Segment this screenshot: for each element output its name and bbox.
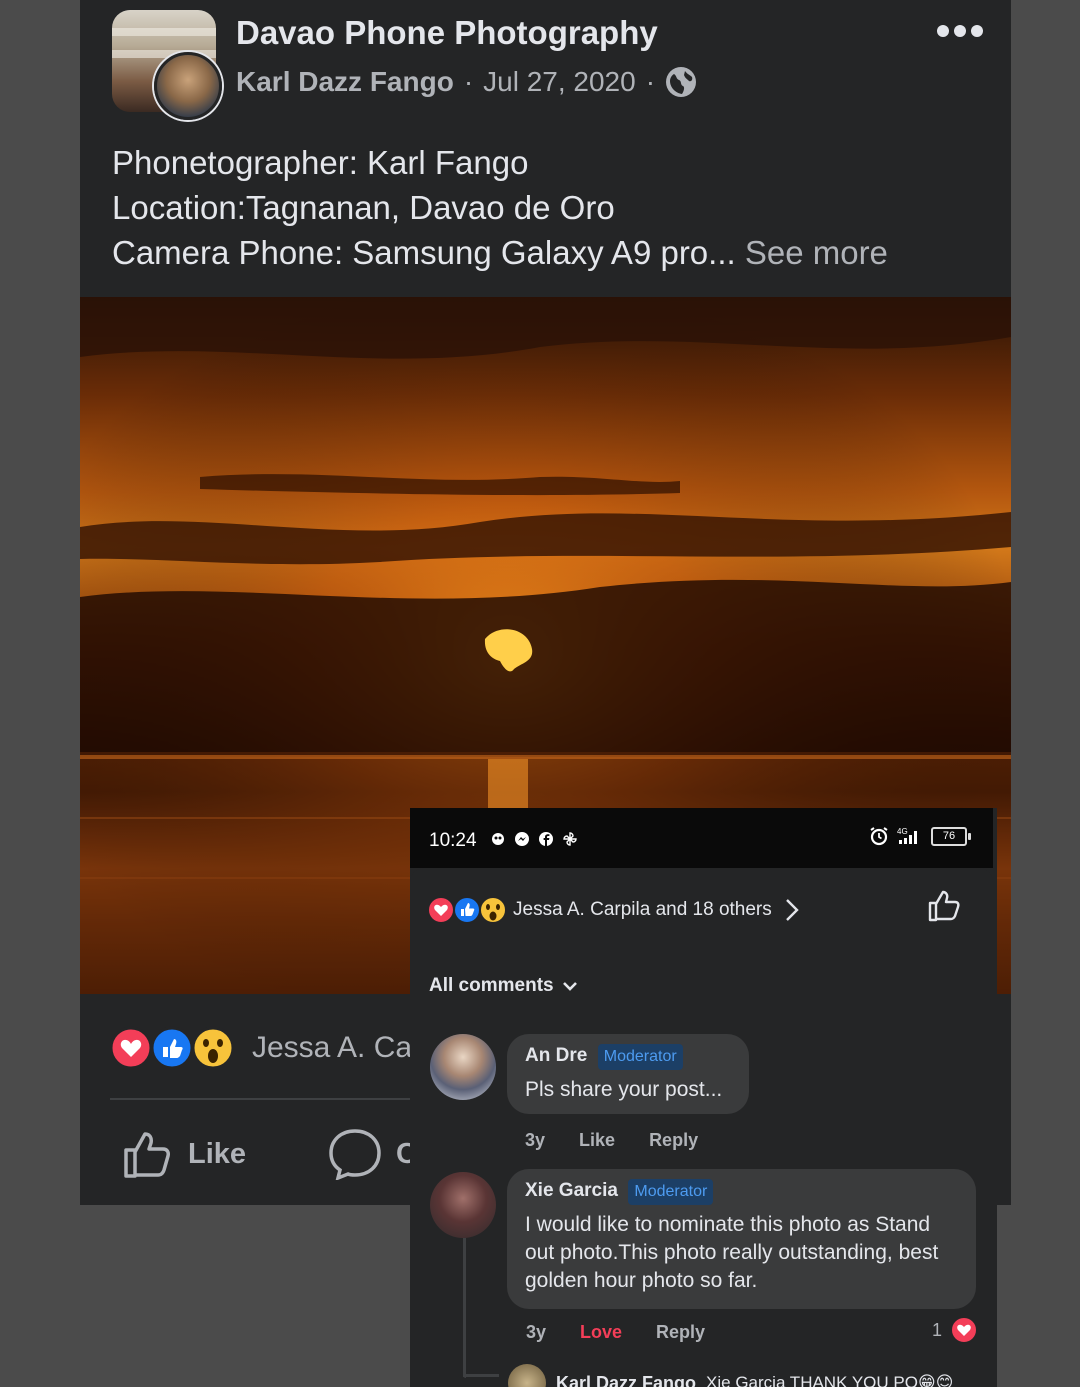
love-reaction-icon	[950, 1316, 979, 1344]
comment-bubble: An Dre Moderator Pls share your post...	[507, 1034, 749, 1114]
phone-reaction-summary[interactable]: Jessa A. Carpila and 18 others	[427, 896, 800, 924]
like-label: Like	[188, 1137, 247, 1170]
notification-icons	[490, 831, 578, 847]
meta-separator: ·	[463, 66, 474, 97]
comment-text: I would like to nominate this photo as S…	[525, 1213, 939, 1292]
commenter-avatar[interactable]	[430, 1172, 496, 1238]
wow-reaction-icon	[479, 896, 507, 924]
all-comments-label: All comments	[429, 975, 554, 996]
more-horizontal-icon[interactable]	[936, 18, 984, 44]
thumbs-up-icon[interactable]	[927, 888, 963, 924]
status-time: 10:24	[429, 830, 477, 851]
post-date[interactable]: Jul 27, 2020	[483, 66, 636, 98]
reactions-icon-group	[110, 1026, 235, 1070]
reply-thread-connector	[463, 1374, 499, 1377]
svg-text:4G: 4G	[897, 827, 908, 836]
meta-separator: ·	[645, 66, 656, 97]
reaction-summary[interactable]: Jessa A. Carp	[110, 1026, 439, 1070]
comment-text: Pls share your post...	[525, 1078, 723, 1101]
commenter-name[interactable]: An Dre	[525, 1045, 587, 1067]
comment-reply-button[interactable]: Reply	[656, 1322, 705, 1343]
post-header: Davao Phone Photography Karl Dazz Fango …	[80, 0, 1011, 296]
reply-author[interactable]: Karl Dazz Fango	[556, 1373, 696, 1387]
love-reaction-icon	[110, 1026, 153, 1070]
reply-text: Xie Garcia THANK YOU PO😁😊	[706, 1373, 954, 1387]
caption-line: Camera Phone: Samsung Galaxy A9 pro... S…	[112, 234, 888, 271]
reply-thread-line	[463, 1238, 466, 1378]
group-name[interactable]: Davao Phone Photography	[236, 14, 658, 52]
moderator-badge: Moderator	[597, 1044, 683, 1070]
like-reaction-icon	[453, 896, 481, 924]
moderator-badge: Moderator	[628, 1179, 714, 1205]
game-icon	[492, 833, 504, 845]
messenger-icon	[515, 832, 529, 846]
signal-icon: 4G	[897, 827, 917, 844]
all-comments-dropdown[interactable]: All comments	[429, 975, 578, 997]
comment-actions: 3y Love Reply	[526, 1322, 705, 1343]
facebook-icon	[539, 832, 553, 846]
post-caption: Phonetographer: Karl Fango Location:Tagn…	[112, 140, 888, 275]
reply-avatar[interactable]	[508, 1364, 546, 1387]
alarm-icon	[870, 827, 888, 846]
comment-button[interactable]: C	[328, 1128, 417, 1180]
commenter-name[interactable]: Xie Garcia	[525, 1180, 618, 1202]
see-more-link[interactable]: See more	[745, 234, 888, 271]
comment-bubble-icon	[329, 1129, 381, 1180]
comments-screenshot: 10:24 4G 76 Jessa A. Carpila and 18 othe…	[410, 808, 997, 1387]
chevron-right-icon[interactable]	[784, 897, 800, 923]
battery-icon: 76	[931, 826, 971, 846]
author-avatar[interactable]	[154, 52, 222, 120]
commenter-avatar[interactable]	[430, 1034, 496, 1100]
comment-actions: 3y Like Reply	[525, 1130, 698, 1151]
caption-line: Phonetographer: Karl Fango	[112, 144, 529, 181]
phone-reaction-names[interactable]: Jessa A. Carpila and 18 others	[513, 899, 772, 921]
globe-icon	[666, 67, 697, 97]
reactions-icon-group	[427, 896, 507, 924]
author-name[interactable]: Karl Dazz Fango	[236, 66, 454, 98]
like-reaction-icon	[150, 1026, 194, 1070]
comment-reply-button[interactable]: Reply	[649, 1130, 698, 1151]
chevron-down-icon	[562, 982, 577, 991]
system-status: 4G 76	[869, 826, 971, 846]
comment-reaction-count[interactable]: 1	[932, 1316, 979, 1344]
comment-time: 3y	[525, 1130, 546, 1150]
comment-love-button[interactable]: Love	[580, 1322, 622, 1343]
caption-line: Location:Tagnanan, Davao de Oro	[112, 189, 615, 226]
status-bar: 10:24 4G 76	[410, 808, 993, 868]
like-button[interactable]: Like	[122, 1128, 246, 1180]
comment-bubble: Xie Garcia Moderator I would like to nom…	[507, 1169, 976, 1309]
thumbs-up-icon	[124, 1132, 170, 1178]
pinwheel-icon	[563, 832, 577, 846]
reply-preview[interactable]: Karl Dazz Fango Xie Garcia THANK YOU PO😁…	[508, 1364, 953, 1387]
wow-reaction-icon	[191, 1026, 235, 1070]
love-reaction-icon	[427, 896, 455, 924]
comment-like-button[interactable]: Like	[579, 1130, 615, 1151]
post-meta: Karl Dazz Fango · Jul 27, 2020 ·	[236, 66, 697, 98]
comment-time: 3y	[526, 1322, 547, 1342]
footer-divider	[110, 1098, 410, 1100]
